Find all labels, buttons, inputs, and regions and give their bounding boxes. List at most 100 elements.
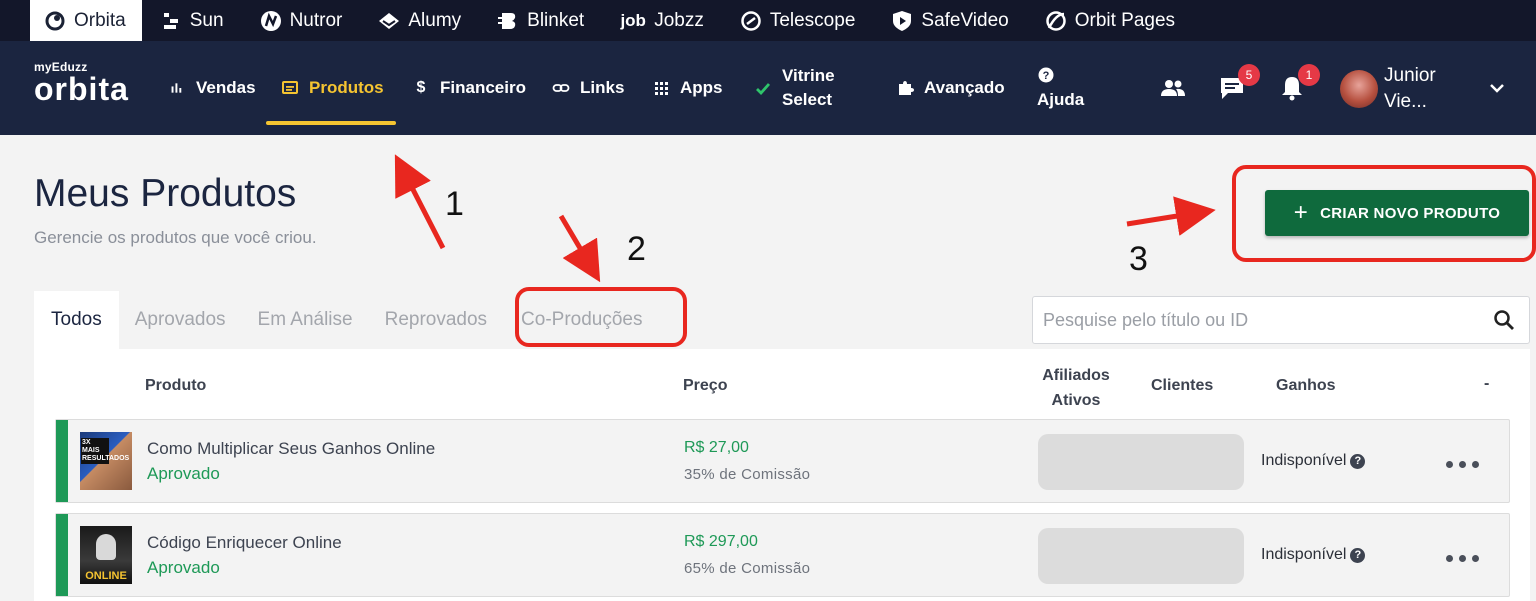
product-thumbnail: ONLINE bbox=[80, 526, 132, 584]
highlight-create-button bbox=[1232, 165, 1536, 262]
help-icon[interactable]: ? bbox=[1350, 453, 1366, 469]
nav-ajuda[interactable]: ? Ajuda bbox=[1037, 41, 1084, 135]
chevron-down-icon[interactable] bbox=[1486, 77, 1508, 99]
more-options-icon[interactable] bbox=[1446, 461, 1479, 468]
nav-label: Financeiro bbox=[440, 78, 526, 97]
orbita-logo[interactable]: myEduzz orbita bbox=[34, 60, 142, 107]
product-label: Telescope bbox=[769, 9, 856, 31]
column-header-clientes: Clientes bbox=[1151, 377, 1214, 394]
earnings-value: Indisponível? bbox=[1261, 452, 1366, 470]
product-nutror[interactable]: Nutror bbox=[242, 0, 361, 41]
affiliates-clients-placeholder bbox=[1038, 528, 1244, 584]
product-telescope[interactable]: Telescope bbox=[722, 0, 874, 41]
nav-label: Vitrine Select bbox=[782, 66, 835, 109]
product-jobzz[interactable]: job Jobzz bbox=[602, 0, 722, 41]
help-icon[interactable]: ? bbox=[1350, 547, 1366, 563]
sun-icon bbox=[160, 10, 182, 32]
product-label: SafeVideo bbox=[921, 9, 1009, 31]
nav-vendas[interactable]: Vendas bbox=[168, 41, 256, 135]
tab-aprovados[interactable]: Aprovados bbox=[119, 291, 242, 349]
notification-badge: 1 bbox=[1298, 64, 1320, 86]
product-safevideo[interactable]: SafeVideo bbox=[873, 0, 1026, 41]
product-label: Sun bbox=[189, 9, 224, 31]
status-stripe bbox=[56, 420, 68, 502]
product-label: Alumy bbox=[408, 9, 462, 31]
page-title: Meus Produtos bbox=[34, 172, 297, 215]
product-name[interactable]: Como Multiplicar Seus Ganhos Online bbox=[147, 439, 435, 459]
nav-label: Produtos bbox=[309, 78, 384, 97]
link-icon bbox=[552, 79, 570, 97]
product-icon bbox=[281, 79, 299, 97]
nav-apps[interactable]: Apps bbox=[652, 41, 723, 135]
earnings-value: Indisponível? bbox=[1261, 546, 1366, 564]
tab-todos[interactable]: Todos bbox=[34, 291, 119, 349]
products-table: Produto Preço Afiliados Ativos Clientes G… bbox=[34, 349, 1530, 601]
product-price: R$ 297,00 bbox=[684, 533, 758, 550]
orbit-pages-icon bbox=[1045, 10, 1067, 32]
alumy-icon bbox=[378, 10, 400, 32]
nav-vitrine-select[interactable]: Vitrine Select bbox=[754, 41, 835, 135]
grid-icon bbox=[652, 79, 670, 97]
column-header-ganhos: Ganhos bbox=[1276, 377, 1336, 394]
annotation-number-1: 1 bbox=[445, 185, 464, 223]
arrow-1 bbox=[394, 154, 446, 250]
product-switcher-bar: Orbita Sun Nutror Alumy Blinket job Jobz… bbox=[0, 0, 1536, 41]
nav-links[interactable]: Links bbox=[552, 41, 624, 135]
check-icon bbox=[754, 79, 772, 97]
more-options-icon[interactable] bbox=[1446, 555, 1479, 562]
tab-reprovados[interactable]: Reprovados bbox=[369, 291, 503, 349]
product-label: Orbit Pages bbox=[1074, 9, 1176, 31]
product-label: Orbita bbox=[74, 9, 126, 31]
jobzz-icon: job bbox=[620, 10, 646, 30]
safevideo-icon bbox=[891, 10, 913, 32]
tab-em-analise[interactable]: Em Análise bbox=[242, 291, 369, 349]
product-label: Nutror bbox=[289, 9, 343, 31]
product-name[interactable]: Código Enriquecer Online bbox=[147, 533, 342, 553]
nav-label: Links bbox=[580, 78, 625, 97]
product-label: Blinket bbox=[527, 9, 585, 31]
column-header-preco: Preço bbox=[683, 377, 728, 394]
product-price: R$ 27,00 bbox=[684, 439, 749, 456]
annotation-number-3: 3 bbox=[1129, 240, 1148, 278]
arrow-2 bbox=[558, 214, 601, 283]
product-orbit-pages[interactable]: Orbit Pages bbox=[1027, 0, 1193, 41]
chat-icon[interactable]: 5 bbox=[1218, 64, 1260, 102]
product-orbita[interactable]: Orbita bbox=[30, 0, 142, 41]
table-row[interactable]: ONLINE Código Enriquecer Online Aprovado… bbox=[55, 513, 1510, 597]
brand-name: orbita bbox=[34, 71, 129, 107]
search-input[interactable] bbox=[1033, 297, 1479, 343]
affiliates-clients-placeholder bbox=[1038, 434, 1244, 490]
dollar-icon: $ bbox=[416, 79, 426, 96]
nav-label: Ajuda bbox=[1037, 90, 1085, 109]
column-header-produto: Produto bbox=[145, 377, 207, 394]
nav-label: Vendas bbox=[196, 78, 256, 97]
user-name[interactable]: Junior Vie... bbox=[1384, 63, 1464, 115]
users-icon[interactable] bbox=[1159, 74, 1187, 102]
product-label: Jobzz bbox=[654, 9, 704, 31]
highlight-co-producoes bbox=[515, 287, 687, 347]
nutror-icon bbox=[260, 10, 282, 32]
chat-badge: 5 bbox=[1238, 64, 1260, 86]
blinket-icon bbox=[497, 10, 519, 32]
product-status: Aprovado bbox=[147, 464, 220, 483]
column-header-afiliados: Afiliados Ativos bbox=[1042, 367, 1110, 409]
arrow-3 bbox=[1126, 196, 1216, 236]
avatar[interactable] bbox=[1340, 70, 1378, 108]
nav-financeiro[interactable]: $ Financeiro bbox=[412, 41, 526, 135]
puzzle-icon bbox=[896, 79, 914, 97]
product-thumbnail: 3X MAIS RESULTADOS bbox=[80, 432, 132, 490]
search-icon[interactable] bbox=[1479, 297, 1529, 343]
product-alumy[interactable]: Alumy bbox=[360, 0, 479, 41]
status-stripe bbox=[56, 514, 68, 596]
product-blinket[interactable]: Blinket bbox=[479, 0, 602, 41]
nav-avancado[interactable]: Avançado bbox=[896, 41, 1005, 135]
telescope-icon bbox=[740, 10, 762, 32]
bell-icon[interactable]: 1 bbox=[1278, 64, 1320, 102]
product-status: Aprovado bbox=[147, 558, 220, 577]
annotation-number-2: 2 bbox=[627, 230, 646, 268]
help-icon: ? bbox=[1037, 66, 1055, 84]
product-sun[interactable]: Sun bbox=[142, 0, 242, 41]
active-nav-indicator bbox=[266, 121, 396, 125]
table-row[interactable]: 3X MAIS RESULTADOS Como Multiplicar Seus… bbox=[55, 419, 1510, 503]
search-box bbox=[1032, 296, 1530, 344]
